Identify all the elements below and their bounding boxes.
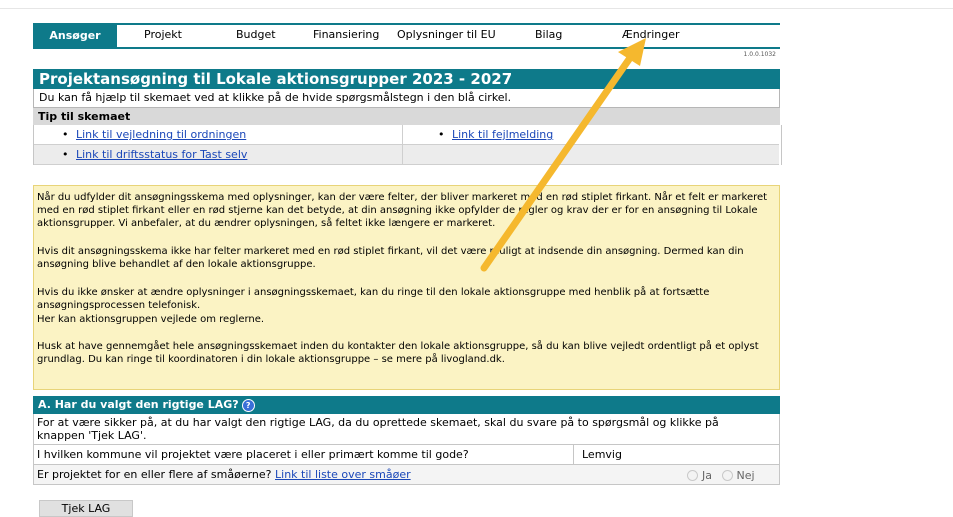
arrow-shaft bbox=[480, 51, 636, 272]
arrow-head bbox=[618, 38, 646, 66]
check-lag-button[interactable]: Tjek LAG bbox=[39, 500, 133, 517]
annotation-arrow bbox=[480, 38, 646, 272]
